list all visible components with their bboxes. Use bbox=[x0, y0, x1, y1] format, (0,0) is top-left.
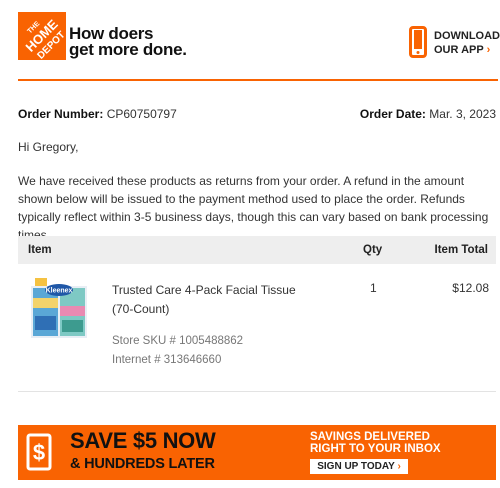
internet-number: Internet # 313646660 bbox=[112, 354, 222, 366]
home-depot-logo[interactable]: THE HOME DEPOT bbox=[18, 12, 68, 62]
greeting: Hi Gregory, bbox=[18, 140, 79, 154]
column-qty: Qty bbox=[363, 244, 383, 256]
store-sku: Store SKU # 1005488862 bbox=[112, 335, 244, 347]
chevron-right-icon: › bbox=[397, 461, 401, 472]
download-app-link[interactable]: DOWNLOAD OUR APP › bbox=[409, 26, 500, 60]
promo-banner[interactable]: $ SAVE $5 NOW & HUNDREDS LATER SAVINGS D… bbox=[18, 425, 496, 480]
email-header: THE HOME DEPOT How doers get more done. … bbox=[0, 0, 500, 81]
product-name-link[interactable]: Trusted Care 4-Pack Facial Tissue (70-Co… bbox=[112, 281, 317, 319]
brand-tagline: How doers get more done. bbox=[69, 24, 187, 59]
product-qty: 1 bbox=[370, 281, 377, 295]
table-header: Item Qty Item Total bbox=[18, 236, 496, 264]
chevron-right-icon: › bbox=[486, 44, 491, 56]
column-item: Item bbox=[28, 244, 52, 256]
row-divider bbox=[18, 391, 496, 392]
promo-savings-text: SAVINGS DELIVERED RIGHT TO YOUR INBOX bbox=[310, 431, 441, 455]
column-item-total: Item Total bbox=[434, 244, 488, 256]
header-divider bbox=[18, 79, 498, 81]
order-date: Order Date: Mar. 3, 2023 bbox=[359, 107, 496, 121]
promo-subheadline: & HUNDREDS LATER bbox=[70, 456, 215, 472]
phone-icon bbox=[409, 26, 427, 58]
dollar-icon: $ bbox=[26, 433, 52, 471]
product-total: $12.08 bbox=[452, 281, 489, 295]
app-link-line1: DOWNLOAD bbox=[434, 30, 500, 42]
sign-up-button[interactable]: SIGN UP TODAY › bbox=[310, 459, 408, 474]
svg-text:$: $ bbox=[33, 440, 45, 465]
app-link-line2: OUR APP bbox=[434, 44, 484, 56]
svg-text:Kleenex: Kleenex bbox=[46, 288, 73, 295]
refund-message: We have received these products as retur… bbox=[18, 174, 489, 242]
promo-headline: SAVE $5 NOW bbox=[70, 428, 216, 453]
order-number: Order Number: CP60750797 bbox=[18, 107, 177, 121]
tissue-box-image[interactable]: Kleenex bbox=[31, 276, 87, 338]
